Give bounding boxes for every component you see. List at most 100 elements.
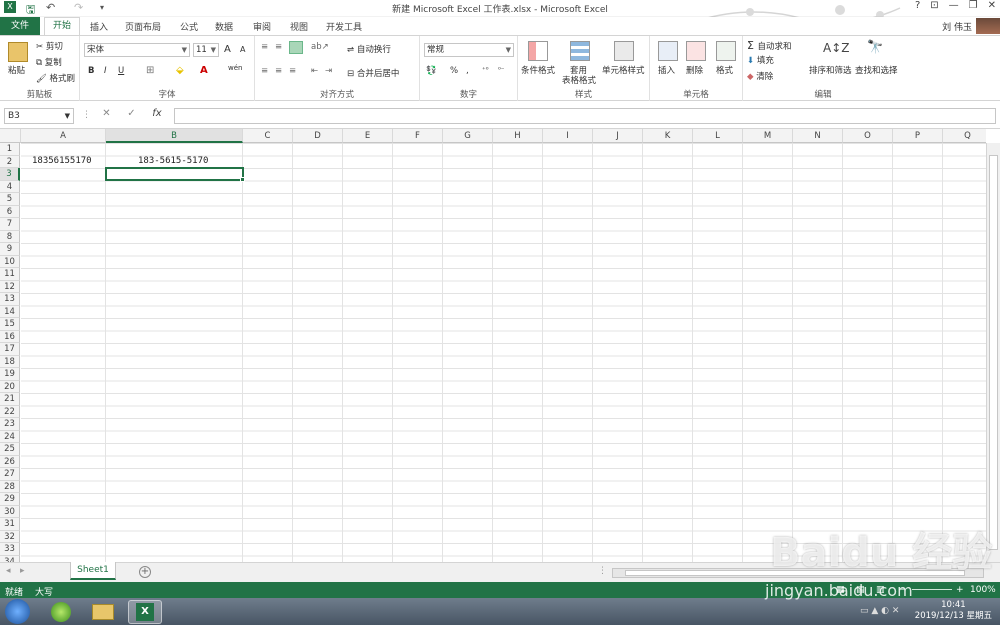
add-sheet-button[interactable]: + bbox=[139, 566, 151, 578]
row-header-1[interactable]: 1 bbox=[0, 143, 20, 156]
borders-icon[interactable]: ⊞ bbox=[146, 65, 154, 76]
tab-insert[interactable]: 插入 bbox=[90, 20, 108, 33]
font-size-combo[interactable]: 11 ▼ bbox=[193, 43, 219, 57]
prev-sheet-icon[interactable]: ◂ bbox=[6, 566, 11, 576]
align-middle-icon[interactable]: ≡ bbox=[275, 42, 282, 52]
find-select-button[interactable]: 查找和选择 bbox=[855, 64, 898, 76]
row-header-22[interactable]: 22 bbox=[0, 405, 20, 418]
wrap-text-button[interactable]: ⇌ 自动换行 bbox=[347, 43, 391, 55]
row-header-26[interactable]: 26 bbox=[0, 455, 20, 468]
row-header-31[interactable]: 31 bbox=[0, 518, 20, 531]
copy-button[interactable]: ⧉ 复制 bbox=[36, 56, 62, 68]
format-as-table-icon[interactable] bbox=[570, 41, 590, 61]
clear-button[interactable]: ◆ 清除 bbox=[747, 70, 773, 82]
fill-color-icon[interactable]: ⬙ bbox=[176, 65, 184, 76]
increase-decimal-icon[interactable]: ⁺⁰ bbox=[482, 66, 489, 74]
column-header-b[interactable]: B bbox=[106, 129, 243, 143]
column-header-h[interactable]: H bbox=[493, 129, 543, 143]
cancel-entry-button[interactable]: ✕ bbox=[102, 108, 110, 124]
cut-button[interactable]: ✂ 剪切 bbox=[36, 40, 63, 52]
row-header-4[interactable]: 4 bbox=[0, 180, 20, 193]
taskbar-browser-icon[interactable] bbox=[44, 600, 78, 624]
row-header-30[interactable]: 30 bbox=[0, 505, 20, 518]
worksheet-grid[interactable]: ABCDEFGHIJKLMNOPQ 1 2 3 4 5 6 7 8 9 10 11 12 13 14 15 1… bbox=[0, 129, 986, 562]
currency-icon[interactable]: 💱 bbox=[426, 66, 437, 76]
phonetic-guide-icon[interactable]: wén bbox=[228, 64, 242, 72]
align-right-icon[interactable]: ≡ bbox=[289, 66, 296, 76]
minimize-button[interactable]: — bbox=[949, 0, 959, 11]
column-header-j[interactable]: J bbox=[593, 129, 643, 143]
insert-cells-icon[interactable] bbox=[658, 41, 678, 61]
taskbar-excel-icon[interactable]: X bbox=[128, 600, 162, 624]
tray-icons[interactable]: ▭ ▲ ◐ ✕ bbox=[860, 606, 899, 616]
row-header-7[interactable]: 7 bbox=[0, 218, 20, 231]
next-sheet-icon[interactable]: ▸ bbox=[20, 566, 25, 576]
column-header-f[interactable]: F bbox=[393, 129, 443, 143]
format-cells-button[interactable]: 格式 bbox=[716, 64, 733, 76]
row-header-24[interactable]: 24 bbox=[0, 430, 20, 443]
taskbar-explorer-icon[interactable] bbox=[86, 600, 120, 624]
taskbar-clock[interactable]: 10:41 2019/12/13 星期五 bbox=[915, 600, 992, 622]
vertical-scrollbar[interactable] bbox=[986, 143, 1000, 562]
tab-view[interactable]: 视图 bbox=[290, 20, 308, 33]
fill-handle[interactable] bbox=[240, 177, 245, 182]
restore-button[interactable]: ❐ bbox=[969, 0, 978, 11]
row-header-21[interactable]: 21 bbox=[0, 393, 20, 406]
sort-filter-button[interactable]: 排序和筛选 bbox=[809, 64, 852, 76]
shrink-font-button[interactable]: A bbox=[240, 45, 245, 54]
column-header-o[interactable]: O bbox=[843, 129, 893, 143]
ribbon-display-button[interactable]: ⊡ bbox=[930, 0, 938, 11]
column-header-i[interactable]: I bbox=[543, 129, 593, 143]
binoculars-icon[interactable]: 🔭 bbox=[867, 40, 883, 55]
cell-b2[interactable]: 183-5615-5170 bbox=[138, 156, 208, 166]
align-top-icon[interactable]: ≡ bbox=[261, 42, 268, 52]
row-header-6[interactable]: 6 bbox=[0, 205, 20, 218]
conditional-format-button[interactable]: 条件格式 bbox=[521, 64, 555, 76]
align-bottom-icon[interactable] bbox=[289, 41, 303, 54]
format-cells-icon[interactable] bbox=[716, 41, 736, 61]
zoom-in-button[interactable]: + bbox=[956, 585, 964, 595]
cell-area[interactable] bbox=[21, 143, 986, 562]
row-header-16[interactable]: 16 bbox=[0, 330, 20, 343]
bold-button[interactable]: B bbox=[88, 66, 94, 76]
conditional-format-icon[interactable] bbox=[528, 41, 548, 61]
row-header-23[interactable]: 23 bbox=[0, 418, 20, 431]
zoom-slider[interactable] bbox=[912, 589, 952, 590]
percent-button[interactable]: % bbox=[450, 66, 458, 76]
tab-review[interactable]: 审阅 bbox=[253, 20, 271, 33]
tab-data[interactable]: 数据 bbox=[215, 20, 233, 33]
decrease-decimal-icon[interactable]: ⁰⁻ bbox=[498, 66, 505, 74]
decrease-indent-icon[interactable]: ⇤ bbox=[311, 66, 318, 76]
column-header-a[interactable]: A bbox=[21, 129, 106, 143]
selected-cell-b3[interactable] bbox=[105, 167, 245, 182]
user-account[interactable]: 刘 伟玉 bbox=[942, 18, 1000, 34]
format-as-table-line2[interactable]: 表格格式 bbox=[562, 74, 596, 86]
column-header-e[interactable]: E bbox=[343, 129, 393, 143]
row-header-15[interactable]: 15 bbox=[0, 318, 20, 331]
column-header-q[interactable]: Q bbox=[943, 129, 986, 143]
sheet-tab-sheet1[interactable]: Sheet1 bbox=[70, 562, 116, 580]
row-header-12[interactable]: 12 bbox=[0, 280, 20, 293]
row-header-3[interactable]: 3 bbox=[0, 168, 20, 181]
column-header-l[interactable]: L bbox=[693, 129, 743, 143]
grow-font-button[interactable]: A bbox=[224, 44, 231, 55]
orientation-icon[interactable]: ab↗ bbox=[311, 42, 329, 52]
format-painter-button[interactable]: 🖌 格式刷 bbox=[36, 72, 75, 84]
row-header-2[interactable]: 2 bbox=[0, 155, 20, 168]
cell-a2[interactable]: 18356155170 bbox=[32, 156, 92, 166]
enter-button[interactable]: ✓ bbox=[127, 108, 135, 124]
align-center-icon[interactable]: ≡ bbox=[275, 66, 282, 76]
row-header-9[interactable]: 9 bbox=[0, 243, 20, 256]
formula-input[interactable] bbox=[174, 108, 996, 124]
tab-file[interactable]: 文件 bbox=[0, 17, 40, 35]
delete-cells-button[interactable]: 删除 bbox=[686, 64, 703, 76]
select-all-corner[interactable] bbox=[0, 129, 21, 143]
close-button[interactable]: ✕ bbox=[988, 0, 996, 11]
column-header-n[interactable]: N bbox=[793, 129, 843, 143]
tab-formulas[interactable]: 公式 bbox=[180, 20, 198, 33]
row-header-11[interactable]: 11 bbox=[0, 268, 20, 281]
column-header-g[interactable]: G bbox=[443, 129, 493, 143]
increase-indent-icon[interactable]: ⇥ bbox=[325, 66, 332, 76]
sort-filter-icon[interactable]: A↕Z bbox=[823, 41, 849, 55]
vertical-scroll-thumb[interactable] bbox=[989, 155, 998, 550]
